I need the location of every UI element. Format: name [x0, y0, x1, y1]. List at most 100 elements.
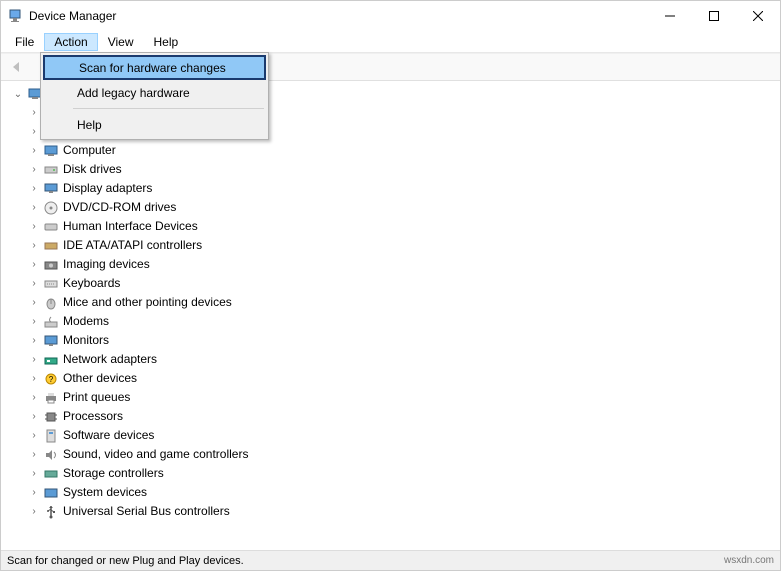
- tree-label: Storage controllers: [63, 465, 164, 482]
- usb-icon: [43, 504, 59, 520]
- svg-text:?: ?: [49, 375, 54, 384]
- menu-action[interactable]: Action: [44, 33, 97, 51]
- chevron-right-icon[interactable]: ›: [29, 351, 39, 368]
- menu-view[interactable]: View: [98, 33, 144, 51]
- system-icon: [43, 485, 59, 501]
- chevron-right-icon[interactable]: ›: [29, 370, 39, 387]
- chevron-right-icon[interactable]: ›: [29, 180, 39, 197]
- tree-label: Software devices: [63, 427, 154, 444]
- chevron-right-icon[interactable]: ›: [29, 465, 39, 482]
- disc-icon: [43, 200, 59, 216]
- tree-label: Processors: [63, 408, 123, 425]
- chevron-right-icon[interactable]: ›: [29, 313, 39, 330]
- chevron-right-icon[interactable]: ›: [29, 332, 39, 349]
- tree-label: Monitors: [63, 332, 109, 349]
- back-button[interactable]: [5, 55, 29, 79]
- chevron-right-icon[interactable]: ›: [29, 142, 39, 159]
- tree-node-modems[interactable]: › Modems: [29, 312, 774, 331]
- chevron-right-icon[interactable]: ›: [29, 199, 39, 216]
- keyboard-icon: [43, 276, 59, 292]
- camera-icon: [43, 257, 59, 273]
- tree-label: Mice and other pointing devices: [63, 294, 232, 311]
- chevron-right-icon[interactable]: ›: [29, 294, 39, 311]
- tree-node-processors[interactable]: › Processors: [29, 407, 774, 426]
- close-button[interactable]: [736, 2, 780, 30]
- tree-label: Keyboards: [63, 275, 120, 292]
- action-dropdown-menu: Scan for hardware changes Add legacy har…: [40, 52, 269, 140]
- menu-bar: File Action View Help: [1, 31, 780, 53]
- chevron-right-icon[interactable]: ›: [29, 275, 39, 292]
- tree-node-display-adapters[interactable]: › Display adapters: [29, 179, 774, 198]
- menuitem-scan-hardware[interactable]: Scan for hardware changes: [43, 55, 266, 80]
- chevron-right-icon[interactable]: ›: [29, 446, 39, 463]
- display-adapter-icon: [43, 181, 59, 197]
- tree-label: Other devices: [63, 370, 137, 387]
- tree-label: Universal Serial Bus controllers: [63, 503, 230, 520]
- tree-node-computer[interactable]: › Computer: [29, 141, 774, 160]
- tree-node-dvd[interactable]: › DVD/CD-ROM drives: [29, 198, 774, 217]
- menuitem-label: Scan for hardware changes: [79, 61, 226, 75]
- tree-label: Modems: [63, 313, 109, 330]
- menuitem-add-legacy[interactable]: Add legacy hardware: [43, 80, 266, 105]
- tree-label: Display adapters: [63, 180, 152, 197]
- tree-node-usb[interactable]: › Universal Serial Bus controllers: [29, 502, 774, 521]
- chevron-right-icon[interactable]: ›: [29, 161, 39, 178]
- disk-icon: [43, 162, 59, 178]
- chevron-right-icon[interactable]: ›: [29, 104, 39, 121]
- chevron-right-icon[interactable]: ›: [29, 427, 39, 444]
- tree-label: Imaging devices: [63, 256, 150, 273]
- menu-file[interactable]: File: [5, 33, 44, 51]
- tree-label: Sound, video and game controllers: [63, 446, 248, 463]
- tree-node-storage[interactable]: › Storage controllers: [29, 464, 774, 483]
- menuitem-help[interactable]: Help: [43, 112, 266, 137]
- chevron-right-icon[interactable]: ›: [29, 503, 39, 520]
- device-tree[interactable]: ⌄ › Batteries › Bluetooth › Computer › D…: [1, 82, 780, 549]
- tree-node-imaging[interactable]: › Imaging devices: [29, 255, 774, 274]
- controller-icon: [43, 238, 59, 254]
- modem-icon: [43, 314, 59, 330]
- network-icon: [43, 352, 59, 368]
- tree-label: Network adapters: [63, 351, 157, 368]
- hid-icon: [43, 219, 59, 235]
- mouse-icon: [43, 295, 59, 311]
- app-icon: [7, 8, 23, 24]
- tree-node-mice[interactable]: › Mice and other pointing devices: [29, 293, 774, 312]
- minimize-button[interactable]: [648, 2, 692, 30]
- tree-label: Computer: [63, 142, 116, 159]
- tree-node-software-devices[interactable]: › Software devices: [29, 426, 774, 445]
- monitor-icon: [43, 143, 59, 159]
- tree-node-disk-drives[interactable]: › Disk drives: [29, 160, 774, 179]
- chevron-right-icon[interactable]: ›: [29, 408, 39, 425]
- tree-node-network[interactable]: › Network adapters: [29, 350, 774, 369]
- tree-node-monitors[interactable]: › Monitors: [29, 331, 774, 350]
- printer-icon: [43, 390, 59, 406]
- chevron-right-icon[interactable]: ›: [29, 237, 39, 254]
- expander-icon[interactable]: ⌄: [13, 89, 23, 100]
- tree-node-sound[interactable]: › Sound, video and game controllers: [29, 445, 774, 464]
- dropdown-separator: [73, 108, 264, 109]
- storage-icon: [43, 466, 59, 482]
- tree-node-other[interactable]: › ? Other devices: [29, 369, 774, 388]
- tree-node-hid[interactable]: › Human Interface Devices: [29, 217, 774, 236]
- window-title: Device Manager: [29, 9, 116, 23]
- chevron-right-icon[interactable]: ›: [29, 389, 39, 406]
- chevron-right-icon[interactable]: ›: [29, 484, 39, 501]
- chevron-right-icon[interactable]: ›: [29, 123, 39, 140]
- chevron-right-icon[interactable]: ›: [29, 218, 39, 235]
- menu-help[interactable]: Help: [144, 33, 189, 51]
- other-device-icon: ?: [43, 371, 59, 387]
- monitor-icon: [43, 333, 59, 349]
- tree-node-print-queues[interactable]: › Print queues: [29, 388, 774, 407]
- maximize-button[interactable]: [692, 2, 736, 30]
- status-text: Scan for changed or new Plug and Play de…: [7, 555, 244, 567]
- tree-node-system[interactable]: › System devices: [29, 483, 774, 502]
- software-icon: [43, 428, 59, 444]
- tree-node-ide[interactable]: › IDE ATA/ATAPI controllers: [29, 236, 774, 255]
- tree-label: Human Interface Devices: [63, 218, 198, 235]
- cpu-icon: [43, 409, 59, 425]
- chevron-right-icon[interactable]: ›: [29, 256, 39, 273]
- tree-label: Disk drives: [63, 161, 122, 178]
- tree-label: DVD/CD-ROM drives: [63, 199, 176, 216]
- speaker-icon: [43, 447, 59, 463]
- tree-node-keyboards[interactable]: › Keyboards: [29, 274, 774, 293]
